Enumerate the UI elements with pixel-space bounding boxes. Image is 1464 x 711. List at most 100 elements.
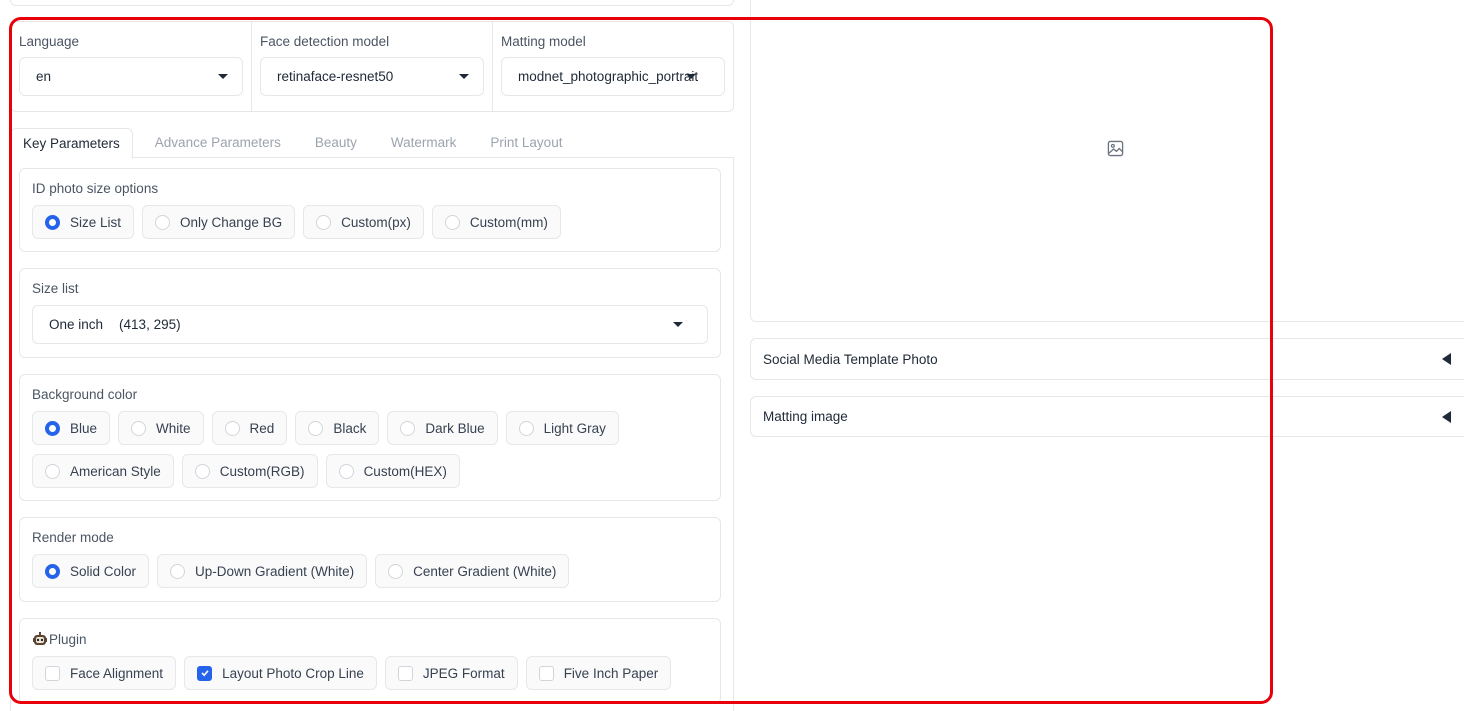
- option-label: Custom(RGB): [219, 463, 305, 479]
- radio-indicator: [338, 463, 354, 479]
- language-label: Language: [19, 34, 80, 49]
- checkbox-indicator: [45, 665, 60, 681]
- radio-bg-custom-hex[interactable]: Custom(HEX): [325, 454, 460, 488]
- matting-model-dropdown[interactable]: modnet_photographic_portrait: [501, 57, 725, 96]
- plugin-group: Plugin Face Alignment Layout Photo Crop …: [19, 618, 721, 704]
- size-list-label: Size list: [32, 281, 79, 296]
- radio-indicator: [316, 214, 332, 230]
- option-label: White: [156, 420, 191, 436]
- size-options-group: ID photo size options Size List Only Cha…: [19, 168, 721, 252]
- language-setting: Language en: [11, 22, 252, 111]
- option-label: Up-Down Gradient (White): [195, 563, 355, 579]
- radio-indicator: [388, 563, 404, 579]
- face-detection-setting: Face detection model retinaface-resnet50: [252, 22, 493, 111]
- option-label: Blue: [70, 420, 98, 436]
- radio-indicator: [45, 214, 60, 230]
- parameter-tabs: Key Parameters Advance Parameters Beauty…: [10, 128, 734, 159]
- option-label: Red: [249, 420, 275, 436]
- accordion-label: Matting image: [763, 409, 848, 424]
- radio-bg-light-gray[interactable]: Light Gray: [505, 411, 619, 445]
- radio-bg-blue[interactable]: Blue: [32, 411, 111, 445]
- checkbox-indicator: [538, 665, 554, 681]
- checkbox-five-inch-paper[interactable]: Five Inch Paper: [525, 656, 672, 690]
- radio-size-list[interactable]: Size List: [32, 205, 135, 239]
- radio-indicator: [155, 214, 171, 230]
- size-dimensions: (413, 295): [119, 317, 181, 332]
- accordion-label: Social Media Template Photo: [763, 351, 938, 367]
- size-list-dropdown[interactable]: One inch (413, 295): [32, 305, 708, 344]
- chevron-down-icon: [673, 322, 683, 327]
- matting-model-setting: Matting model modnet_photographic_portra…: [493, 22, 733, 111]
- radio-custom-px[interactable]: Custom(px): [303, 205, 424, 239]
- radio-indicator: [45, 420, 60, 436]
- option-label: American Style: [70, 463, 161, 479]
- radio-bg-black[interactable]: Black: [295, 411, 380, 445]
- image-icon: [1107, 140, 1124, 157]
- radio-indicator: [194, 463, 210, 479]
- accordion-social-media-template[interactable]: Social Media Template Photo: [750, 338, 1464, 380]
- option-label: Solid Color: [70, 563, 137, 579]
- option-label: Face Alignment: [70, 665, 164, 681]
- top-panel-edge: [10, 0, 734, 6]
- radio-up-down-gradient[interactable]: Up-Down Gradient (White): [157, 554, 368, 588]
- radio-only-change-bg[interactable]: Only Change BG: [142, 205, 296, 239]
- radio-bg-white[interactable]: White: [118, 411, 204, 445]
- matting-model-value: modnet_photographic_portrait: [518, 69, 699, 84]
- radio-indicator: [444, 214, 460, 230]
- size-options-label: ID photo size options: [32, 181, 159, 196]
- option-label: Layout Photo Crop Line: [222, 665, 364, 681]
- radio-bg-red[interactable]: Red: [211, 411, 288, 445]
- radio-indicator: [131, 420, 147, 436]
- radio-custom-mm[interactable]: Custom(mm): [431, 205, 561, 239]
- checkbox-jpeg-format[interactable]: JPEG Format: [384, 656, 518, 690]
- tab-advance-parameters[interactable]: Advance Parameters: [143, 128, 293, 158]
- radio-indicator: [224, 420, 240, 436]
- option-label: Size List: [70, 214, 122, 230]
- language-value: en: [36, 69, 52, 84]
- language-dropdown[interactable]: en: [19, 57, 243, 96]
- radio-bg-dark-blue[interactable]: Dark Blue: [387, 411, 498, 445]
- radio-solid-color[interactable]: Solid Color: [32, 554, 150, 588]
- render-mode-label: Render mode: [32, 530, 114, 545]
- size-list-value: One inch (413, 295): [49, 317, 181, 332]
- model-settings-row: Language en Face detection model retinaf…: [10, 21, 734, 112]
- radio-center-gradient[interactable]: Center Gradient (White): [375, 554, 570, 588]
- size-name: One inch: [49, 317, 104, 332]
- option-label: Black: [333, 420, 367, 436]
- face-detection-dropdown[interactable]: retinaface-resnet50: [260, 57, 484, 96]
- plugin-label: Plugin: [32, 631, 708, 647]
- size-list-group: Size list One inch (413, 295): [19, 268, 721, 358]
- output-image-area[interactable]: [750, 0, 1464, 322]
- checkbox-layout-photo-crop-line[interactable]: Layout Photo Crop Line: [184, 656, 377, 690]
- chevron-down-icon: [459, 74, 469, 79]
- radio-bg-custom-rgb[interactable]: Custom(RGB): [181, 454, 318, 488]
- face-detection-value: retinaface-resnet50: [277, 69, 394, 84]
- radio-indicator: [308, 420, 324, 436]
- chevron-down-icon: [686, 74, 696, 79]
- option-label: Dark Blue: [425, 420, 485, 436]
- radio-indicator: [170, 563, 186, 579]
- background-color-label: Background color: [32, 387, 138, 402]
- triangle-left-icon: [1442, 353, 1451, 365]
- option-label: Custom(HEX): [363, 463, 447, 479]
- option-label: Only Change BG: [180, 214, 283, 230]
- option-label: JPEG Format: [422, 665, 505, 681]
- chevron-down-icon: [218, 74, 228, 79]
- option-label: Center Gradient (White): [413, 563, 557, 579]
- tab-key-parameters[interactable]: Key Parameters: [10, 128, 133, 159]
- accordion-matting-image[interactable]: Matting image: [750, 396, 1464, 437]
- option-label: Custom(mm): [469, 214, 548, 230]
- option-label: Five Inch Paper: [563, 665, 659, 681]
- checkbox-indicator: [197, 665, 213, 681]
- radio-indicator: [45, 463, 60, 479]
- triangle-left-icon: [1442, 410, 1451, 423]
- tab-watermark[interactable]: Watermark: [379, 128, 469, 158]
- robot-icon: [33, 632, 47, 645]
- checkbox-indicator: [397, 665, 413, 681]
- checkbox-face-alignment[interactable]: Face Alignment: [32, 656, 177, 690]
- radio-bg-american-style[interactable]: American Style: [32, 454, 174, 488]
- tab-beauty[interactable]: Beauty: [303, 128, 369, 158]
- plugin-label-text: Plugin: [49, 631, 87, 647]
- tab-print-layout[interactable]: Print Layout: [478, 128, 574, 158]
- option-label: Light Gray: [543, 420, 606, 436]
